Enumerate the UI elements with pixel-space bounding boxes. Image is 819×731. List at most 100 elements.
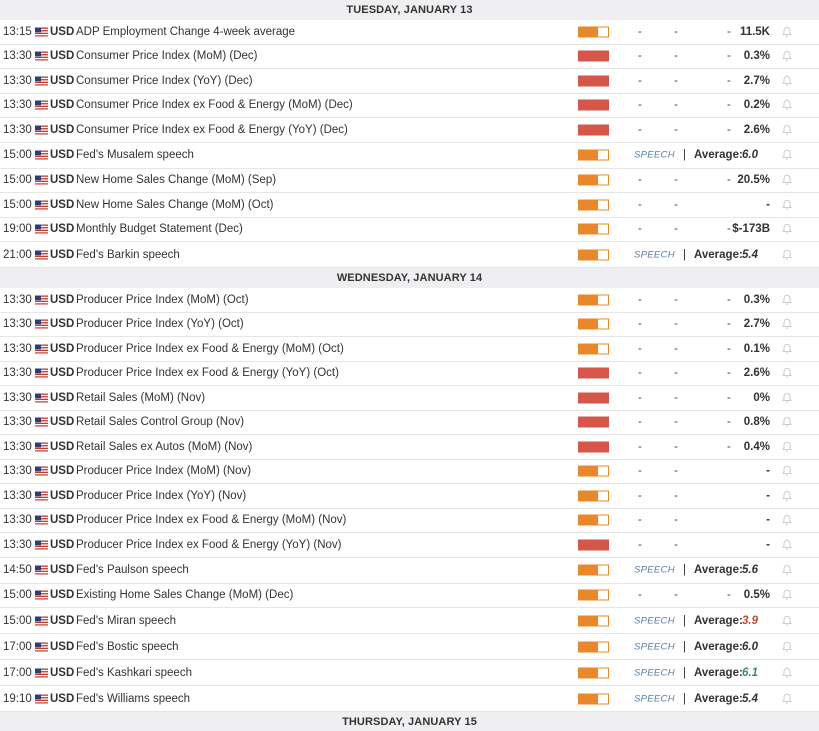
event-name[interactable]: Producer Price Index ex Food & Energy (M…: [76, 343, 344, 355]
event-name[interactable]: New Home Sales Change (MoM) (Sep): [76, 174, 276, 186]
bell-icon[interactable]: [781, 124, 793, 136]
event-name[interactable]: Fed's Musalem speech: [76, 149, 194, 161]
bell-icon[interactable]: [781, 99, 793, 111]
event-row[interactable]: 13:30 USD Producer Price Index (MoM) (Nov)…: [0, 459, 819, 484]
bell-icon[interactable]: [781, 294, 793, 306]
bell-icon[interactable]: [781, 441, 793, 453]
event-name[interactable]: Consumer Price Index (YoY) (Dec): [76, 75, 253, 87]
event-row[interactable]: 13:30 USD Producer Price Index (YoY) (Oct)…: [0, 312, 819, 337]
forecast-value: -: [727, 416, 731, 429]
event-row[interactable]: 13:30 USD Producer Price Index ex Food & E…: [0, 337, 819, 362]
event-row[interactable]: 13:30 USD Producer Price Index ex Food & E…: [0, 533, 819, 558]
bell-icon[interactable]: [781, 26, 793, 38]
bell-icon[interactable]: [781, 615, 793, 627]
bell-icon[interactable]: [781, 367, 793, 379]
bell-icon[interactable]: [781, 693, 793, 705]
event-row[interactable]: 15:00 USD Fed's Miran speech SPEECH | Average…: [0, 608, 819, 634]
event-name[interactable]: Retail Sales (MoM) (Nov): [76, 392, 205, 404]
event-name[interactable]: Consumer Price Index ex Food & Energy (M…: [76, 99, 353, 111]
event-row[interactable]: 15:00 USD New Home Sales Change (MoM) (Oct…: [0, 193, 819, 218]
event-currency: USD: [50, 640, 75, 653]
event-name[interactable]: Fed's Paulson speech: [76, 564, 189, 576]
forecast-value: -: [727, 367, 731, 380]
event-row[interactable]: 13:30 USD Retail Sales (MoM) (Nov) - - 0% -: [0, 386, 819, 411]
bell-icon[interactable]: [781, 539, 793, 551]
event-row[interactable]: 14:50 USD Fed's Paulson speech SPEECH | Avera…: [0, 557, 819, 584]
event-row[interactable]: 15:00 USD New Home Sales Change (MoM) (Sep…: [0, 168, 819, 193]
event-currency: USD: [50, 666, 75, 679]
event-name[interactable]: ADP Employment Change 4-week average: [76, 26, 295, 38]
event-name[interactable]: Producer Price Index ex Food & Energy (Y…: [76, 539, 341, 551]
event-row[interactable]: 13:30 USD Producer Price Index (YoY) (Nov)…: [0, 484, 819, 509]
event-name[interactable]: Fed's Barkin speech: [76, 249, 180, 261]
us-flag-icon: [35, 295, 48, 305]
bell-icon[interactable]: [781, 465, 793, 477]
event-name[interactable]: Monthly Budget Statement (Dec): [76, 223, 243, 235]
us-flag-icon: [35, 368, 48, 378]
event-row[interactable]: 13:15 USD ADP Employment Change 4-week ave…: [0, 20, 819, 45]
consensus-value: -: [674, 174, 678, 187]
event-row[interactable]: 19:10 USD Fed's Williams speech SPEECH | Aver…: [0, 686, 819, 712]
event-row[interactable]: 17:00 USD Fed's Kashkari speech SPEECH | Aver…: [0, 660, 819, 686]
event-row[interactable]: 19:00 USD Monthly Budget Statement (Dec) - -…: [0, 217, 819, 242]
impact-indicator: [578, 249, 609, 260]
bell-icon[interactable]: [781, 667, 793, 679]
event-row[interactable]: 13:30 USD Consumer Price Index (YoY) (Dec)…: [0, 69, 819, 94]
bell-icon[interactable]: [781, 149, 793, 161]
event-name[interactable]: Retail Sales Control Group (Nov): [76, 416, 244, 428]
previous-value: -: [638, 99, 642, 112]
event-name[interactable]: Consumer Price Index ex Food & Energy (Y…: [76, 124, 348, 136]
event-name[interactable]: Producer Price Index (MoM) (Nov): [76, 465, 251, 477]
average-label: Average:: [694, 149, 743, 161]
event-row[interactable]: 13:30 USD Producer Price Index ex Food & E…: [0, 508, 819, 533]
event-row[interactable]: 13:30 USD Retail Sales ex Autos (MoM) (Nov…: [0, 435, 819, 460]
bell-icon[interactable]: [781, 514, 793, 526]
event-name[interactable]: Consumer Price Index (MoM) (Dec): [76, 50, 257, 62]
event-name[interactable]: Producer Price Index (MoM) (Oct): [76, 294, 249, 306]
us-flag-icon: [35, 491, 48, 501]
event-row[interactable]: 15:00 USD Existing Home Sales Change (MoM)…: [0, 583, 819, 608]
bell-icon[interactable]: [781, 318, 793, 330]
event-row[interactable]: 13:30 USD Consumer Price Index (MoM) (Dec)…: [0, 44, 819, 69]
event-name[interactable]: Fed's Kashkari speech: [76, 667, 192, 679]
event-name[interactable]: Producer Price Index (YoY) (Nov): [76, 490, 246, 502]
bell-icon[interactable]: [781, 490, 793, 502]
event-name[interactable]: Producer Price Index ex Food & Energy (M…: [76, 514, 346, 526]
event-time: 13:30: [3, 489, 32, 502]
event-row[interactable]: 15:00 USD Fed's Musalem speech SPEECH | Avera…: [0, 142, 819, 169]
event-name[interactable]: Fed's Williams speech: [76, 693, 190, 705]
bell-icon[interactable]: [781, 75, 793, 87]
bell-icon[interactable]: [781, 564, 793, 576]
bell-icon[interactable]: [781, 392, 793, 404]
event-row[interactable]: 13:30 USD Retail Sales Control Group (Nov)…: [0, 410, 819, 435]
event-name[interactable]: Producer Price Index ex Food & Energy (Y…: [76, 367, 339, 379]
event-name[interactable]: Existing Home Sales Change (MoM) (Dec): [76, 589, 293, 601]
bell-icon[interactable]: [781, 249, 793, 261]
average-value: 3.9: [742, 614, 758, 627]
bell-icon[interactable]: [781, 199, 793, 211]
separator: |: [683, 666, 686, 679]
event-name[interactable]: Fed's Miran speech: [76, 615, 176, 627]
event-name[interactable]: New Home Sales Change (MoM) (Oct): [76, 199, 273, 211]
event-row[interactable]: 21:00 USD Fed's Barkin speech SPEECH | Averag…: [0, 242, 819, 268]
bell-icon[interactable]: [781, 589, 793, 601]
event-name[interactable]: Producer Price Index (YoY) (Oct): [76, 318, 244, 330]
bell-icon[interactable]: [781, 223, 793, 235]
event-row[interactable]: 13:30 USD Producer Price Index (MoM) (Oct)…: [0, 288, 819, 313]
event-name[interactable]: Retail Sales ex Autos (MoM) (Nov): [76, 441, 252, 453]
bell-icon[interactable]: [781, 641, 793, 653]
bell-icon[interactable]: [781, 174, 793, 186]
event-row[interactable]: 13:30 USD Consumer Price Index ex Food & E…: [0, 93, 819, 118]
bell-icon[interactable]: [781, 416, 793, 428]
day-header: THURSDAY, JANUARY 15: [0, 712, 819, 731]
event-time: 13:30: [3, 318, 32, 331]
bell-icon[interactable]: [781, 343, 793, 355]
bell-icon[interactable]: [781, 50, 793, 62]
event-row[interactable]: 13:30 USD Producer Price Index ex Food & E…: [0, 361, 819, 386]
separator: |: [683, 248, 686, 261]
event-row[interactable]: 17:00 USD Fed's Bostic speech SPEECH | Averag…: [0, 634, 819, 660]
event-row[interactable]: 13:30 USD Consumer Price Index ex Food & E…: [0, 118, 819, 143]
event-currency: USD: [50, 489, 75, 502]
speech-badge: SPEECH: [634, 149, 675, 161]
event-name[interactable]: Fed's Bostic speech: [76, 641, 179, 653]
